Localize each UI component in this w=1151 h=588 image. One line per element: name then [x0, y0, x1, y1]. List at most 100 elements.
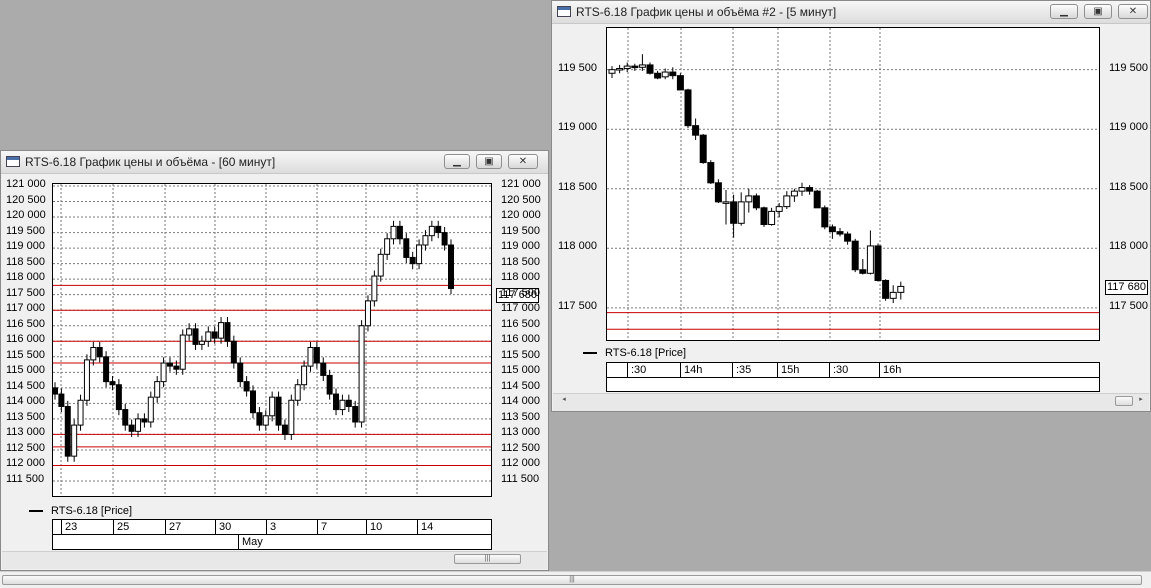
candle-body	[608, 69, 616, 74]
candle-body	[71, 424, 78, 457]
candle-body	[692, 125, 700, 136]
x-axis-tick-label: 27	[165, 520, 181, 534]
candle-body	[882, 279, 890, 299]
y-axis-tick-label: 115 500	[6, 348, 45, 361]
candle-body	[676, 75, 684, 91]
candle-body	[631, 65, 639, 69]
candle-body	[307, 346, 314, 367]
minimize-icon: ▁	[1060, 6, 1068, 17]
minimize-button[interactable]: ▁	[1050, 4, 1078, 19]
y-axis-tick-label: 112 000	[6, 457, 45, 470]
scroll-right-button[interactable]: ▸	[1135, 396, 1147, 406]
candle-body	[198, 340, 205, 345]
close-icon: ✕	[1128, 6, 1138, 17]
y-axis-tick-label: 118 500	[6, 255, 45, 268]
price-plot[interactable]	[606, 27, 1100, 341]
maximize-button[interactable]: ▣	[1084, 4, 1112, 19]
candle-body	[160, 362, 167, 383]
x-axis-tick-label: :30	[627, 363, 646, 377]
candle-body	[326, 374, 333, 395]
y-axis-tick-label: 113 500	[6, 410, 45, 423]
candle-body	[390, 225, 397, 240]
y-axis-tick-label: 117 500	[558, 299, 597, 312]
y-axis-tick-label-right: 114 000	[501, 395, 540, 408]
last-price-label: 117 680	[1105, 280, 1148, 295]
x-axis-tick-label: :30	[829, 363, 848, 377]
candle-body	[714, 182, 722, 203]
candle-body	[128, 424, 135, 432]
y-axis-tick-label-right: 116 500	[501, 317, 540, 330]
workspace-scrollbar[interactable]: |||	[0, 571, 1151, 588]
candle-body	[866, 245, 874, 274]
title-bar[interactable]: RTS-6.18 График цены и объёма #2 - [5 ми…	[552, 1, 1150, 24]
candle-body	[874, 245, 882, 281]
y-axis-tick-label-right: 113 000	[501, 426, 540, 439]
candle-body	[313, 346, 320, 364]
chart-svg	[607, 28, 1099, 340]
candle-body	[707, 162, 715, 184]
y-axis-tick-label-right: 121 000	[501, 178, 541, 190]
candle-body	[53, 387, 58, 395]
candle-body	[813, 190, 821, 209]
chart-svg	[53, 184, 491, 496]
chart-window-60min[interactable]: RTS-6.18 График цены и объёма - [60 мину…	[0, 150, 549, 571]
candle-body	[396, 225, 403, 240]
candle-body	[345, 399, 352, 407]
candle-body	[422, 235, 429, 246]
scroll-left-icon: ◂	[562, 396, 566, 403]
window-title: RTS-6.18 График цены и объёма - [60 мину…	[25, 155, 276, 169]
candle-body	[722, 201, 730, 204]
scroll-right-icon: ▸	[1139, 396, 1143, 403]
candle-body	[147, 396, 154, 423]
candle-body	[646, 64, 654, 74]
close-button[interactable]: ✕	[508, 154, 538, 169]
y-axis-tick-label: 116 500	[6, 317, 45, 330]
scroll-thumb[interactable]: |||	[454, 554, 521, 564]
candle-body	[737, 201, 745, 224]
candle-body	[166, 362, 173, 367]
x-axis-tick-label: 3	[266, 520, 276, 534]
candle-body	[115, 384, 122, 411]
x-axis-tick-label: 14h	[680, 363, 702, 377]
candle-body	[243, 381, 250, 392]
y-axis-tick-label: 119 500	[6, 224, 45, 237]
scroll-left-button[interactable]: ◂	[557, 396, 571, 406]
title-bar[interactable]: RTS-6.18 График цены и объёма - [60 мину…	[1, 151, 548, 174]
candle-body	[384, 238, 391, 255]
candle-body	[623, 65, 631, 69]
horizontal-scrollbar[interactable]: ◂ ▸	[553, 393, 1149, 411]
candle-body	[441, 232, 448, 246]
maximize-icon: ▣	[1093, 6, 1103, 17]
candle-body	[684, 89, 692, 127]
candle-body	[889, 291, 897, 299]
candle-body	[448, 244, 454, 289]
candle-body	[281, 424, 288, 435]
candle-body	[661, 71, 669, 78]
candle-body	[205, 331, 212, 342]
x-axis-tick-label: 10	[366, 520, 382, 534]
candle-body	[269, 396, 276, 417]
candle-body	[783, 195, 791, 208]
workspace-scroll-thumb[interactable]: |||	[2, 575, 1142, 585]
y-axis-tick-label-right: 112 000	[501, 457, 540, 470]
close-button[interactable]: ✕	[1118, 4, 1148, 19]
y-axis-tick-label-right: 112 500	[501, 441, 540, 454]
candle-body	[179, 334, 186, 370]
y-axis-tick-label-right: 119 000	[501, 240, 540, 253]
candle-body	[377, 253, 384, 277]
y-axis-tick-label-right: 115 000	[501, 364, 540, 377]
candle-body	[745, 195, 753, 203]
candle-body	[250, 390, 256, 414]
price-plot[interactable]	[52, 183, 492, 497]
scroll-thumb[interactable]	[1115, 396, 1133, 406]
chart-window-5min[interactable]: RTS-6.18 График цены и объёма #2 - [5 ми…	[551, 0, 1151, 412]
maximize-button[interactable]: ▣	[476, 154, 502, 169]
scroll-grip-icon: |||	[569, 576, 575, 583]
y-axis-tick-label-right: 120 000	[501, 209, 541, 222]
minimize-button[interactable]: ▁	[444, 154, 470, 169]
candle-body	[83, 359, 90, 401]
candle-body	[154, 381, 161, 398]
candle-body	[64, 405, 71, 457]
y-axis-tick-label: 117 000	[6, 302, 45, 315]
horizontal-scrollbar[interactable]: |||	[2, 551, 547, 569]
